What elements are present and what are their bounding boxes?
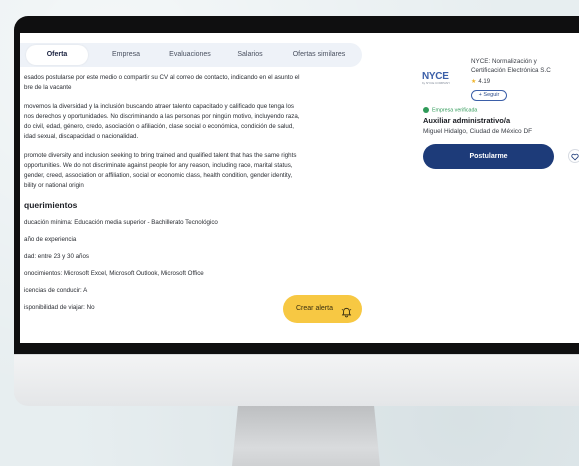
text-line: promote diversity and inclusion seeking … [24,152,297,159]
tab-ofertas-similares[interactable]: Ofertas similares [282,43,356,67]
company-name-line: NYCE: Normalización y [471,58,537,65]
text-line: bre de la vacante [24,84,72,91]
text-line: idad sexual, discapacidad o nacionalidad… [24,133,139,140]
description-paragraph: promote diversity and inclusion seeking … [24,151,364,191]
text-line: esados postularse por este medio o compa… [24,74,300,81]
heart-icon [571,153,579,160]
text-line: movemos la diversidad y la inclusión bus… [24,103,295,110]
star-icon: ★ [471,79,477,85]
requirement-item: dad: entre 23 y 30 años [24,253,90,260]
job-description: esados postularse por este medio o compa… [24,73,364,320]
bell-icon [341,303,352,318]
requirement-item: onocimientos: Microsoft Excel, Microsoft… [24,270,204,277]
monitor-chin [14,354,579,406]
verified-label: Empresa verificada [432,107,478,114]
create-alert-button[interactable]: Crear alerta [283,295,362,323]
requirement-item: ducación mínima: Educación media superio… [24,219,218,226]
follow-button[interactable]: + Seguir [471,90,507,101]
text-line: nos derechos y oportunidades. No discrim… [24,113,300,120]
create-alert-label: Crear alerta [296,305,333,312]
company-rating: ★ 4.19 [471,78,490,85]
screen: Oferta Empresa Evaluaciones Salarios Ofe… [20,33,579,343]
tab-bar: Oferta Empresa Evaluaciones Salarios Ofe… [20,43,362,67]
company-logo[interactable]: NYCE by NYCE COMPANY [422,71,462,91]
logo-subtext: by NYCE COMPANY [422,81,451,85]
tab-empresa[interactable]: Empresa [104,43,148,67]
verified-check-icon [423,107,429,113]
save-job-button[interactable] [568,149,579,163]
rating-value: 4.19 [478,79,491,85]
text-line: opportunities. We do not discriminate ag… [24,162,293,169]
tab-oferta[interactable]: Oferta [26,45,88,65]
text-line: gender, creed, association or affiliatio… [24,172,293,179]
requirement-item: año de experiencia [24,236,77,243]
description-paragraph: movemos la diversidad y la inclusión bus… [24,102,364,142]
monitor-stand [232,406,380,466]
company-card: NYCE by NYCE COMPANY NYCE: Normalización… [411,49,579,169]
description-paragraph: esados postularse por este medio o compa… [24,73,364,93]
apply-button[interactable]: Postularme [423,144,554,169]
company-name-line: Certificación Electrónica S.C [471,67,551,74]
job-title: Auxiliar administrativo/a [423,116,511,125]
company-name[interactable]: NYCE: Normalización y Certificación Elec… [471,57,579,75]
requirements-heading: querimientos [24,200,78,210]
tab-salarios[interactable]: Salarios [228,43,272,67]
text-line: bility or national origin [24,182,84,189]
job-location: Miguel Hidalgo, Ciudad de México DF [423,128,533,135]
tab-evaluaciones[interactable]: Evaluaciones [160,43,220,67]
text-line: do civil, edad, género, credo, asociació… [24,123,295,130]
verified-badge: Empresa verificada [423,107,477,113]
